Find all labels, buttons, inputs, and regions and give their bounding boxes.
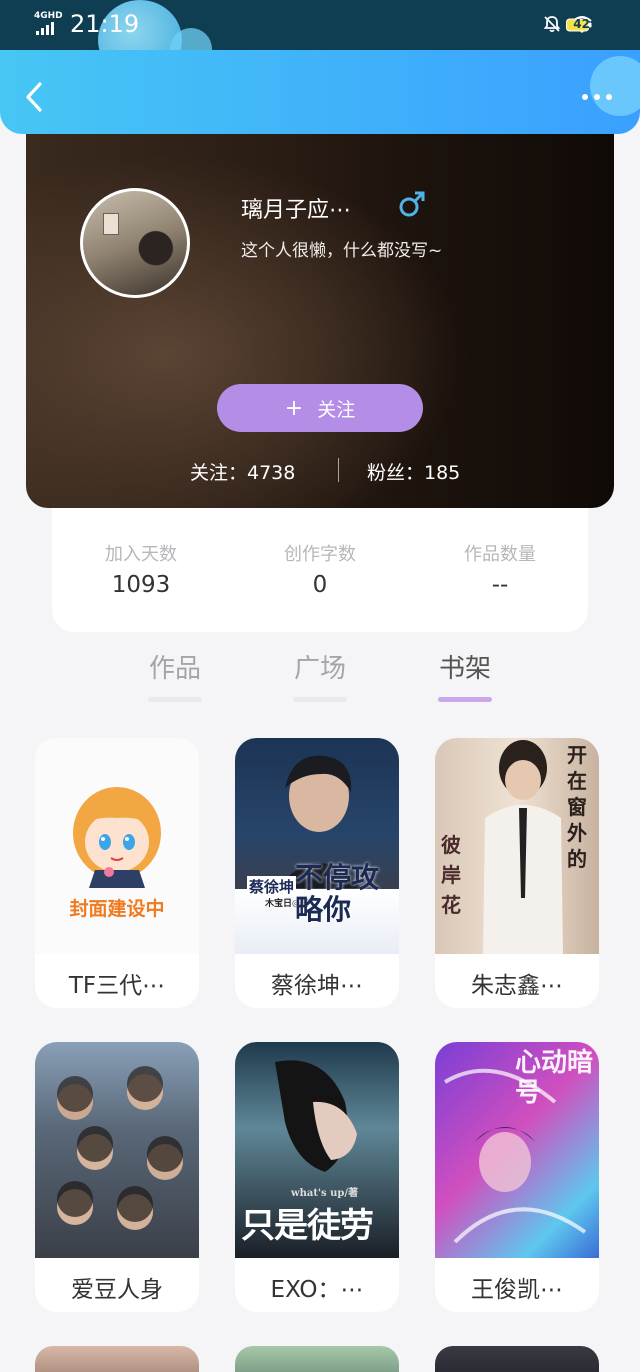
decorative-bubble <box>590 56 640 116</box>
book-title: 朱志鑫⋯ <box>471 973 563 999</box>
book-cover: 心动暗号 <box>435 1042 599 1258</box>
cover-text: 只是徒劳 <box>241 1206 374 1246</box>
word-count-label: 创作字数 <box>284 544 356 565</box>
user-bio: 这个人很懒，什么都没写~ <box>241 241 443 261</box>
tab-bookshelf[interactable]: 书架 <box>425 648 505 702</box>
book-card[interactable]: 心动暗号 王俊凯⋯ <box>435 1042 599 1312</box>
works-count-label: 作品数量 <box>464 544 536 565</box>
following-count[interactable]: 关注：4738 <box>190 458 295 485</box>
book-title: 爱豆人身 <box>71 1277 163 1303</box>
follow-label: 关注 <box>317 398 356 421</box>
word-count-stat: 创作字数 0 <box>250 540 390 598</box>
mute-bell-icon <box>543 16 561 33</box>
tab-indicator <box>293 697 347 702</box>
tab-square-label: 广场 <box>293 654 346 684</box>
tab-bookshelf-label: 书架 <box>438 654 491 684</box>
tab-indicator-active <box>438 697 492 702</box>
book-card[interactable]: 开在窗外的 彼岸花 朱志鑫⋯ <box>435 738 599 1008</box>
status-bar: 4GHD 21:19 42 <box>0 0 640 80</box>
join-days-label: 加入天数 <box>105 544 177 565</box>
avatar[interactable] <box>80 188 190 298</box>
cover-text: 封面建设中 <box>69 898 165 920</box>
cover-sub: 蔡徐坤 <box>247 876 297 897</box>
group-photo-illustration <box>57 1066 183 1230</box>
profile-tabs: 作品 广场 书架 <box>0 648 640 708</box>
book-cover: 开在窗外的 彼岸花 <box>435 738 599 954</box>
avatar-photo-detail <box>103 213 119 235</box>
works-count-stat: 作品数量 -- <box>430 540 570 598</box>
follow-stats: 关注：4738 粉丝：185 <box>26 456 614 486</box>
book-cover: 封面建设中 <box>35 738 199 954</box>
tab-works[interactable]: 作品 <box>135 648 215 702</box>
book-cover <box>35 1042 199 1258</box>
cover-text: 心动暗号 <box>515 1048 594 1108</box>
user-info-card: 加入天数 1093 创作字数 0 作品数量 -- <box>52 508 588 632</box>
cartoon-girl-icon <box>73 787 161 888</box>
tab-square[interactable]: 广场 <box>280 648 360 702</box>
join-days-value: 1093 <box>111 572 171 598</box>
stats-divider <box>338 458 339 482</box>
book-card[interactable]: 封面建设中 TF三代⋯ <box>35 738 199 1008</box>
more-dots-icon[interactable] <box>582 94 612 100</box>
battery-level: 42 <box>573 17 590 31</box>
user-name: 璃月子应⋯ <box>241 198 352 223</box>
book-card-partial[interactable] <box>435 1346 599 1372</box>
cover-text: 不停攻略你 <box>295 861 380 926</box>
follow-button[interactable]: + 关注 <box>217 384 423 432</box>
cover-author: what's up/著 <box>291 1188 359 1199</box>
tab-works-label: 作品 <box>148 654 201 684</box>
network-type: 4GHD <box>34 11 63 21</box>
book-cover: what's up/著 只是徒劳 <box>235 1042 399 1258</box>
profile-card: 璃月子应⋯ 这个人很懒，什么都没写~ + 关注 关注：4738 粉丝：185 <box>26 134 614 508</box>
cover-sub: 彼岸花 <box>441 833 461 917</box>
book-title: TF三代⋯ <box>68 973 166 999</box>
male-icon <box>399 191 425 217</box>
book-card-partial[interactable] <box>235 1346 399 1372</box>
works-count-value: -- <box>491 572 509 598</box>
join-days-stat: 加入天数 1093 <box>71 540 211 598</box>
book-card-partial[interactable] <box>35 1346 199 1372</box>
book-cover: 蔡徐坤 木宝日◎著 不停攻略你 <box>235 738 399 954</box>
tab-indicator <box>148 697 202 702</box>
book-card[interactable]: 蔡徐坤 木宝日◎著 不停攻略你 蔡徐坤⋯ <box>235 738 399 1008</box>
book-title: 蔡徐坤⋯ <box>271 973 363 999</box>
signal-icon <box>36 22 54 35</box>
book-card[interactable]: what's up/著 只是徒劳 EXO：⋯ <box>235 1042 399 1312</box>
book-card[interactable]: 爱豆人身 <box>35 1042 199 1312</box>
cover-text: 开在窗外的 <box>567 743 587 871</box>
fans-count[interactable]: 粉丝：185 <box>367 458 460 485</box>
plus-icon: + <box>284 395 304 421</box>
top-header <box>0 50 640 134</box>
status-time: 21:19 <box>70 10 140 38</box>
word-count-value: 0 <box>312 572 328 598</box>
chevron-left-icon[interactable] <box>20 80 50 114</box>
book-title: 王俊凯⋯ <box>471 1277 563 1303</box>
book-title: EXO：⋯ <box>270 1277 364 1303</box>
